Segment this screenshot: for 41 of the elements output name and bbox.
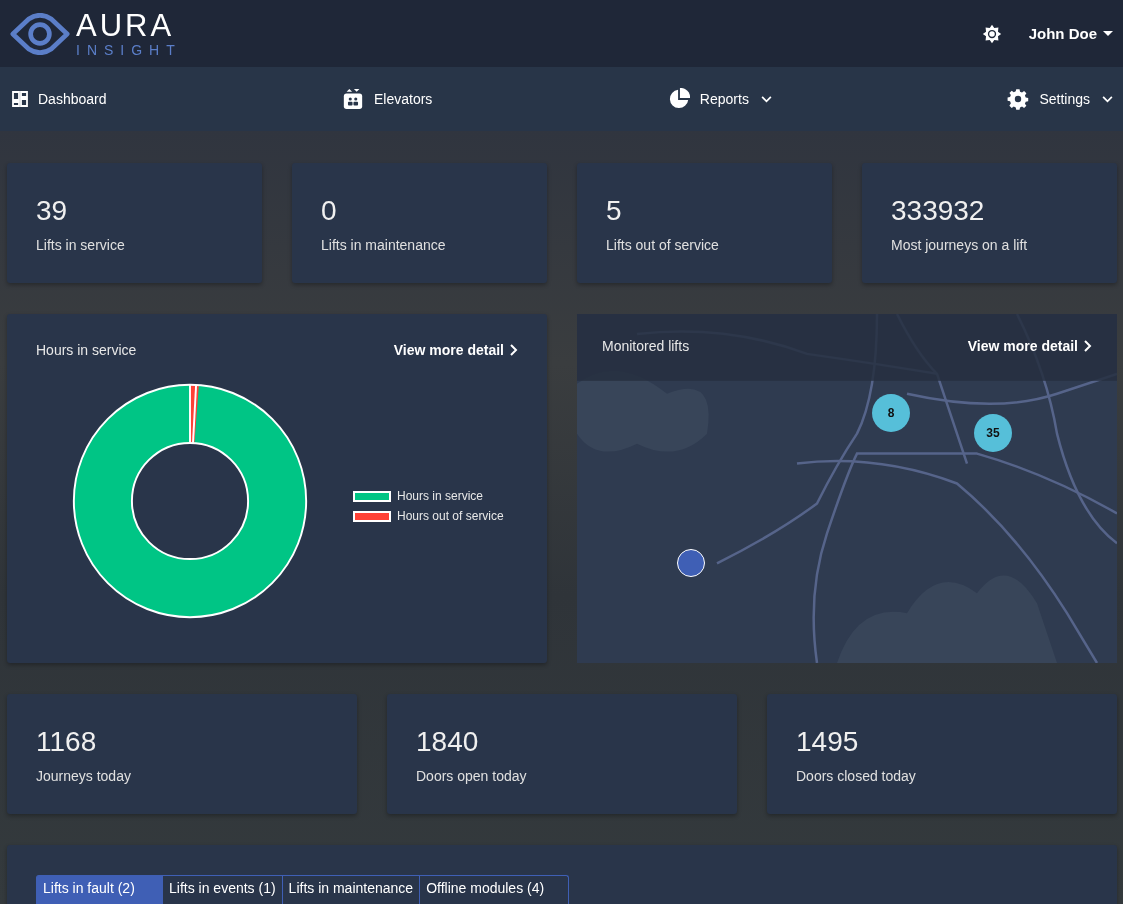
stat-value: 1840: [416, 726, 479, 758]
tab[interactable]: Offline modules (4): [420, 875, 570, 904]
view-detail-link[interactable]: View more detail: [967, 338, 1092, 354]
card-title: Monitored lifts: [602, 338, 690, 354]
tab[interactable]: Lifts in maintenance: [282, 875, 421, 904]
logo-wordmark: AURA: [76, 10, 176, 41]
stat-label: Lifts in service: [36, 237, 125, 253]
stat-label: Doors closed today: [796, 768, 916, 784]
tab[interactable]: Lifts in events (1): [163, 875, 283, 904]
eye-logo-icon: [10, 12, 70, 55]
dashboard-icon: [12, 91, 28, 107]
chevron-right-icon: [1084, 340, 1092, 352]
settings-icon: [1007, 88, 1030, 110]
chevron-down-icon: [1102, 95, 1113, 103]
nav-item[interactable]: Reports: [667, 88, 772, 110]
stat-label: Most journeys on a lift: [891, 237, 1028, 253]
stat-label: Doors open today: [416, 768, 527, 784]
legend-label: Hours out of service: [397, 509, 504, 523]
user-menu[interactable]: John Doe: [1028, 25, 1113, 42]
stat-value: 1495: [796, 726, 859, 758]
elevator-icon: [342, 88, 364, 110]
view-detail-link[interactable]: View more detail: [393, 342, 518, 358]
nav-item[interactable]: Dashboard: [12, 91, 107, 107]
nav-item[interactable]: Settings: [1007, 88, 1113, 110]
tab[interactable]: Lifts in fault (2): [36, 875, 163, 904]
stat-value: 333932: [891, 195, 985, 227]
stat-value: 1168: [36, 726, 97, 758]
card-title: Hours in service: [36, 342, 137, 358]
legend-label: Hours in service: [397, 489, 484, 503]
nav-item[interactable]: Elevators: [342, 88, 433, 110]
chevron-down-icon: [760, 95, 772, 103]
pie-chart-icon: [667, 88, 690, 110]
stat-label: Lifts out of service: [606, 237, 719, 253]
stat-value: 5: [606, 195, 622, 227]
stat-label: Journeys today: [36, 768, 131, 784]
stat-label: Lifts in maintenance: [321, 237, 446, 253]
stat-value: 0: [321, 195, 337, 227]
logo-subtitle: INSIGHT: [76, 43, 182, 57]
chevron-right-icon: [510, 344, 518, 356]
stat-value: 39: [36, 195, 68, 227]
caret-icon: [1103, 30, 1113, 37]
